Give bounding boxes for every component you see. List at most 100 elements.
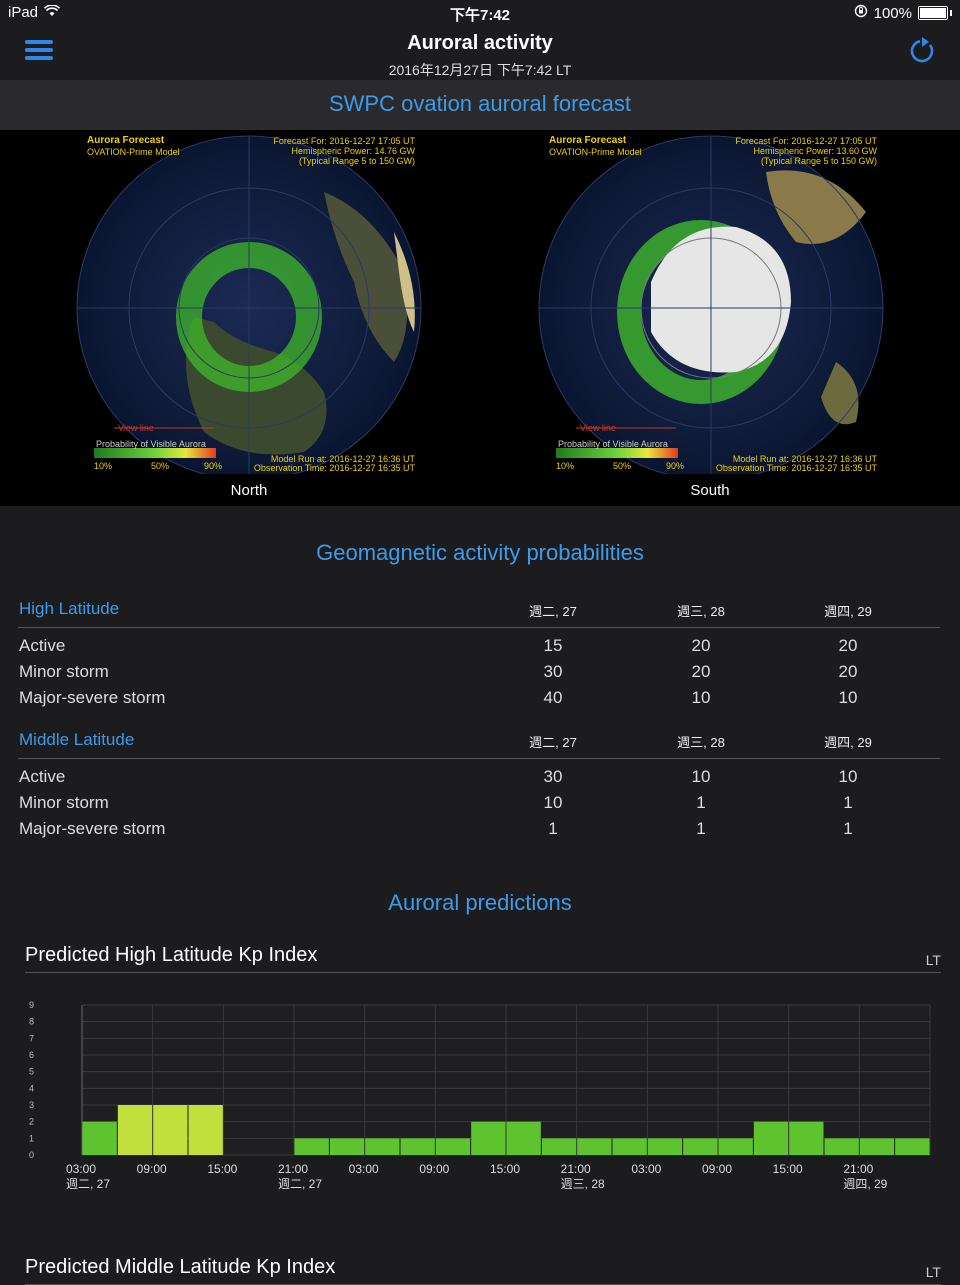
- row-value: 10: [691, 767, 711, 786]
- row-label: Minor storm: [19, 793, 109, 812]
- day-header: 週三, 28: [677, 735, 725, 750]
- row-value: 1: [843, 819, 853, 838]
- y-tick-label: 2: [29, 1117, 34, 1127]
- south-scale-10: 10%: [556, 461, 575, 471]
- kp-bar: [153, 1105, 188, 1155]
- geomagnetic-title: Geomagnetic activity probabilities: [316, 540, 644, 565]
- row-value: 30: [543, 767, 563, 786]
- north-heading: Aurora Forecast: [87, 135, 165, 146]
- x-tick-label: 21:00: [561, 1162, 591, 1176]
- x-date-label: 週二, 27: [278, 1177, 322, 1191]
- kp-bar: [718, 1138, 753, 1155]
- status-bar: iPad 下午7:42 100%: [0, 0, 960, 26]
- x-tick-label: 09:00: [419, 1162, 449, 1176]
- x-date-label: 週三, 28: [561, 1177, 605, 1191]
- predictions-title: Auroral predictions: [388, 890, 572, 915]
- y-tick-label: 6: [29, 1050, 34, 1060]
- kp-bar: [647, 1138, 683, 1155]
- y-tick-label: 8: [29, 1017, 34, 1027]
- north-prob-label: Probability of Visible Aurora: [96, 439, 206, 449]
- north-forecast-for: Forecast For: 2016-12-27 17:05 UT: [273, 136, 415, 146]
- row-value: 10: [838, 767, 858, 786]
- row-label: Major-severe storm: [19, 819, 166, 838]
- north-obs-time: Observation Time: 2016-12-27 16:35 UT: [253, 463, 415, 473]
- south-aurora-map[interactable]: Aurora Forecast OVATION-Prime Model Fore…: [536, 132, 886, 481]
- rotation-lock-icon: [854, 4, 868, 22]
- north-aurora-map[interactable]: Aurora Forecast OVATION-Prime Model Fore…: [74, 132, 424, 481]
- kp-bar: [471, 1121, 506, 1155]
- high-latitude-header: High Latitude 週二, 27 週三, 28 週四, 29: [18, 597, 940, 628]
- high-kp-chart: 0 1 2 3 4 5 6 7 8 9 03:00 09:00 15:00 21:00 03:00 09:00…: [29, 1000, 931, 1191]
- kp-bar: [824, 1138, 859, 1155]
- high-kp-chart-header: Predicted High Latitude Kp Index LT: [25, 942, 941, 973]
- row-value: 1: [548, 819, 558, 838]
- table-row: Minor storm 10 1 1: [18, 793, 940, 819]
- x-date-label: 週四, 29: [843, 1177, 887, 1191]
- row-label: Active: [19, 767, 66, 786]
- row-value: 10: [838, 688, 858, 707]
- middle-kp-chart-title: Predicted Middle Latitude Kp Index: [25, 1256, 336, 1278]
- kp-bar: [188, 1105, 223, 1155]
- row-label: Active: [19, 636, 66, 655]
- north-model: OVATION-Prime Model: [87, 147, 180, 157]
- south-forecast-for: Forecast For: 2016-12-27 17:05 UT: [735, 136, 877, 146]
- south-heading: Aurora Forecast: [549, 135, 627, 146]
- high-latitude-heading: High Latitude: [19, 599, 120, 618]
- high-kp-chart-title: Predicted High Latitude Kp Index: [25, 944, 318, 966]
- kp-bar: [612, 1138, 647, 1155]
- refresh-icon[interactable]: [908, 36, 938, 66]
- row-value: 40: [543, 688, 563, 707]
- south-label: South: [690, 482, 730, 499]
- north-range: (Typical Range 5 to 150 GW): [298, 156, 415, 166]
- south-scale-90: 90%: [666, 461, 685, 471]
- south-view-line: View line: [580, 423, 616, 433]
- y-tick-label: 1: [29, 1133, 34, 1143]
- battery-percent: 100%: [873, 4, 912, 22]
- kp-bar: [789, 1121, 824, 1155]
- x-tick-label: 03:00: [349, 1162, 379, 1176]
- day-header: 週三, 28: [677, 604, 725, 619]
- kp-bar: [577, 1138, 612, 1155]
- forecast-section-header: SWPC ovation auroral forecast: [0, 80, 960, 130]
- row-value: 1: [696, 793, 706, 812]
- kp-bar: [435, 1138, 471, 1155]
- table-row: Major-severe storm 1 1 1: [18, 819, 940, 845]
- table-row: Major-severe storm 40 10 10: [18, 688, 940, 714]
- south-scale-50: 50%: [613, 461, 632, 471]
- kp-bar: [82, 1121, 117, 1155]
- x-tick-label: 03:00: [66, 1162, 96, 1176]
- page-title: Auroral activity: [407, 32, 553, 54]
- middle-latitude-header: Middle Latitude 週二, 27 週三, 28 週四, 29: [18, 728, 940, 759]
- kp-bar: [541, 1138, 577, 1155]
- south-model: OVATION-Prime Model: [549, 147, 642, 157]
- forecast-images: Aurora Forecast OVATION-Prime Model Fore…: [0, 130, 960, 506]
- clock: 下午7:42: [449, 7, 511, 24]
- kp-bar: [506, 1121, 541, 1155]
- row-value: 15: [543, 636, 563, 655]
- x-tick-label: 03:00: [631, 1162, 661, 1176]
- row-value: 20: [838, 636, 858, 655]
- x-tick-label: 21:00: [843, 1162, 873, 1176]
- middle-latitude-heading: Middle Latitude: [19, 730, 135, 749]
- south-prob-label: Probability of Visible Aurora: [558, 439, 668, 449]
- day-header: 週二, 27: [529, 735, 577, 750]
- south-power: Hemispheric Power: 13.60 GW: [753, 146, 877, 156]
- day-header: 週四, 29: [824, 735, 872, 750]
- y-tick-label: 9: [29, 1000, 34, 1010]
- row-value: 10: [691, 688, 711, 707]
- south-range: (Typical Range 5 to 150 GW): [760, 156, 877, 166]
- north-scale-50: 50%: [151, 461, 170, 471]
- kp-bar: [329, 1138, 365, 1155]
- kp-bar: [859, 1138, 895, 1155]
- x-tick-label: 21:00: [278, 1162, 308, 1176]
- row-value: 10: [543, 793, 563, 812]
- timezone-label: LT: [925, 1264, 941, 1280]
- kp-bar: [365, 1138, 400, 1155]
- kp-bar: [117, 1105, 153, 1155]
- north-label: North: [230, 482, 268, 499]
- x-date-label: 週二, 27: [66, 1177, 110, 1191]
- table-row: Active 30 10 10: [18, 767, 940, 793]
- y-tick-label: 3: [29, 1100, 34, 1110]
- page-subtitle: 2016年12月27日 下午7:42 LT: [388, 62, 572, 78]
- north-power: Hemispheric Power: 14.76 GW: [291, 146, 415, 156]
